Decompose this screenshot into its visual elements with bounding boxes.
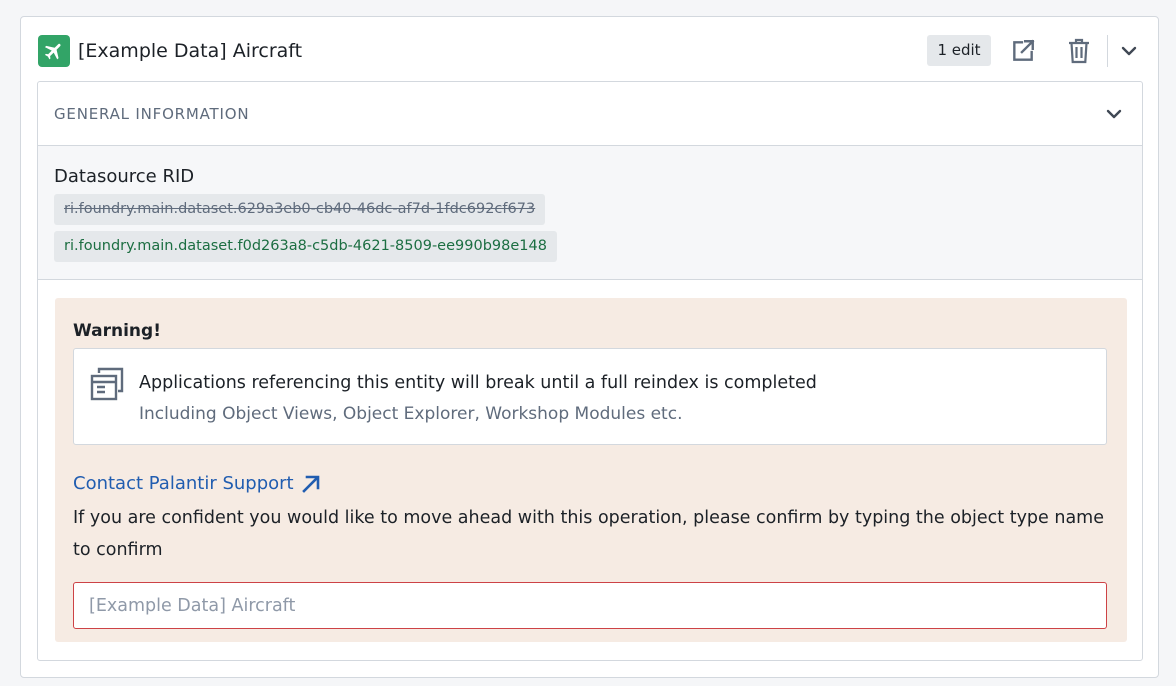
warning-detail: Including Object Views, Object Explorer,… bbox=[139, 404, 683, 424]
contact-support-label: Contact Palantir Support bbox=[73, 473, 294, 494]
object-type-title: [Example Data] Aircraft bbox=[78, 40, 303, 62]
airplane-icon bbox=[38, 35, 70, 67]
chevron-down-icon bbox=[1106, 109, 1122, 119]
general-information-panel: GENERAL INFORMATION Datasource RID ri.fo… bbox=[37, 81, 1143, 661]
external-link-icon bbox=[1013, 39, 1035, 61]
chevron-down-icon bbox=[1121, 46, 1137, 56]
delete-button[interactable] bbox=[1063, 35, 1095, 67]
new-rid-tag: ri.foundry.main.dataset.f0d263a8-c5db-46… bbox=[54, 231, 557, 262]
datasource-rid-diff: Datasource RID ri.foundry.main.dataset.6… bbox=[38, 146, 1142, 280]
edit-count-badge: 1 edit bbox=[927, 35, 991, 66]
card-header: [Example Data] Aircraft 1 edit bbox=[21, 17, 1158, 83]
collapse-card-button[interactable] bbox=[1113, 35, 1145, 67]
object-type-card: [Example Data] Aircraft 1 edit GENERAL I… bbox=[20, 16, 1159, 678]
collapse-section-button[interactable] bbox=[1100, 100, 1128, 128]
datasource-rid-label: Datasource RID bbox=[54, 166, 195, 187]
warning-callout: Warning! Applications referencing this e… bbox=[55, 298, 1127, 642]
confirm-instructions: If you are confident you would like to m… bbox=[73, 508, 1104, 560]
warning-message-box: Applications referencing this entity wil… bbox=[73, 348, 1107, 445]
confirm-object-name-input[interactable] bbox=[73, 582, 1107, 629]
contact-support-link[interactable]: Contact Palantir Support bbox=[73, 470, 322, 498]
section-title: GENERAL INFORMATION bbox=[54, 105, 250, 123]
open-external-button[interactable] bbox=[1007, 35, 1039, 67]
general-information-header[interactable]: GENERAL INFORMATION bbox=[38, 82, 1142, 146]
trash-icon bbox=[1069, 38, 1089, 64]
old-rid-tag: ri.foundry.main.dataset.629a3eb0-cb40-46… bbox=[54, 194, 546, 225]
warning-message: Applications referencing this entity wil… bbox=[139, 373, 817, 393]
warning-title: Warning! bbox=[73, 321, 161, 341]
header-divider bbox=[1107, 35, 1108, 67]
applications-icon bbox=[90, 367, 124, 401]
arrow-top-right-icon bbox=[301, 475, 319, 493]
